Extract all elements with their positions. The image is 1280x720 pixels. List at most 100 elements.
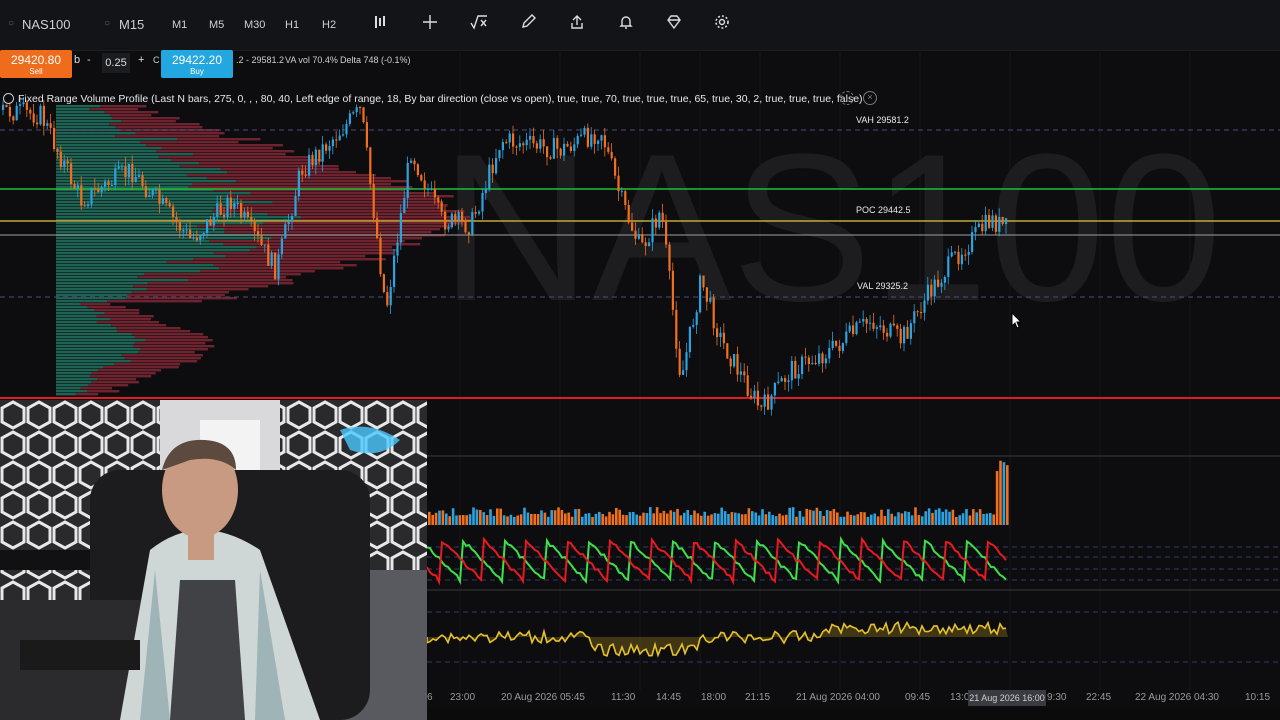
volume-bar <box>880 509 883 525</box>
volume-profile-bar <box>107 300 202 303</box>
volume-profile-bar <box>56 345 133 348</box>
volume-profile-bar <box>56 381 92 384</box>
candle-body <box>110 185 113 187</box>
volume-bar <box>819 510 822 525</box>
volume-profile-bar <box>131 291 229 294</box>
x-axis-label: 18:00 <box>701 692 727 703</box>
volume-profile-bar <box>56 285 134 288</box>
candle-body <box>291 215 294 222</box>
volume-bar <box>686 509 689 525</box>
interval-h1[interactable]: H1 <box>285 19 299 31</box>
candle-body <box>263 244 266 246</box>
buy-label: Buy <box>190 67 204 76</box>
candle-body <box>355 107 358 113</box>
volume-bar <box>458 515 462 525</box>
volume-profile-bar <box>130 360 198 363</box>
candle-body <box>627 204 630 223</box>
candle-body <box>879 325 882 328</box>
candle-body <box>491 164 494 174</box>
candle-body <box>308 154 311 176</box>
x-axis-label: 11:30 <box>611 692 636 703</box>
volume-bar <box>645 513 649 525</box>
x-axis-label: 10:15 <box>1245 692 1271 703</box>
candle-body <box>311 154 314 166</box>
indicator-close-icon[interactable]: × <box>863 91 877 105</box>
volume-profile-bar <box>193 258 386 261</box>
volume-bar <box>611 514 615 525</box>
volume-bar <box>999 460 1002 525</box>
volume-profile-bar <box>56 222 264 225</box>
candle-body <box>87 204 90 206</box>
volume-profile-bar <box>140 141 239 144</box>
candle-body <box>444 211 447 230</box>
candle-body <box>913 311 916 324</box>
candle-body <box>566 143 569 147</box>
volume-bar <box>672 511 676 525</box>
share-icon[interactable] <box>567 14 587 34</box>
candle-body <box>637 234 640 239</box>
volume-bar <box>900 513 904 525</box>
sell-price: 29420.80 <box>10 53 62 67</box>
volume-bar <box>972 509 975 525</box>
candle-body <box>172 206 175 218</box>
candle-body <box>794 360 797 379</box>
volume-profile-bar <box>56 300 108 303</box>
candle-body <box>73 184 76 189</box>
candle-body <box>1005 218 1008 224</box>
formula-icon[interactable] <box>469 14 489 34</box>
candle-body <box>280 238 283 255</box>
volume-profile-bar <box>256 246 393 249</box>
candle-body <box>773 382 776 396</box>
volume-profile-bar <box>199 162 320 165</box>
volume-profile-bar <box>104 312 140 315</box>
indicators-icon[interactable] <box>371 14 391 34</box>
volume-profile-bar <box>56 324 112 327</box>
interval-m5[interactable]: M5 <box>209 19 224 31</box>
volume-profile-bar <box>131 333 204 336</box>
volume-bar <box>856 514 859 525</box>
volume-profile-bar <box>56 117 112 120</box>
candle-body <box>600 135 603 141</box>
interval-m30[interactable]: M30 <box>244 19 265 31</box>
alert-bell-icon[interactable] <box>616 14 636 34</box>
candle-body <box>29 109 32 114</box>
candle-body <box>158 189 161 204</box>
sell-button[interactable]: 29420.80 Sell <box>0 50 72 78</box>
symbol-selector[interactable]: NAS100 <box>22 17 70 32</box>
candle-body <box>739 371 742 375</box>
volume-bar <box>472 507 475 525</box>
increase-quantity-button[interactable]: + <box>138 54 144 66</box>
candle-body <box>90 188 93 205</box>
buy-button[interactable]: 29422.20 Buy <box>161 50 233 78</box>
volume-profile-bar <box>56 393 76 396</box>
volume-bar <box>955 516 958 525</box>
candle-body <box>930 284 933 297</box>
volume-bar <box>536 514 540 525</box>
interval-m1[interactable]: M1 <box>172 19 187 31</box>
diamond-icon[interactable] <box>664 14 684 34</box>
candle-body <box>546 146 549 158</box>
interval-h2[interactable]: H2 <box>322 19 336 31</box>
pencil-icon[interactable] <box>518 14 538 34</box>
crosshair-icon[interactable] <box>420 14 440 34</box>
indicator-settings-icon[interactable] <box>840 91 854 105</box>
volume-bar <box>696 513 700 525</box>
timeframe-selector[interactable]: M15 <box>119 17 144 32</box>
candle-body <box>495 158 498 174</box>
x-axis-crosshair-label: 21 Aug 2026 16:00 <box>968 690 1046 706</box>
indicator-eye-icon[interactable] <box>3 93 14 104</box>
candle-body <box>753 390 756 398</box>
quantity-input[interactable]: 0.25 <box>102 53 130 73</box>
decrease-quantity-button[interactable]: - <box>87 54 91 66</box>
volume-bar <box>764 514 768 525</box>
candle-body <box>36 122 39 125</box>
candle-body <box>736 354 739 375</box>
candle-body <box>668 244 671 271</box>
candle-body <box>937 279 940 287</box>
volume-bar <box>907 511 910 525</box>
candle-body <box>967 251 970 256</box>
candle-body <box>763 394 766 407</box>
candle-body <box>365 122 368 148</box>
candle-body <box>563 143 566 156</box>
settings-icon[interactable] <box>712 14 732 34</box>
